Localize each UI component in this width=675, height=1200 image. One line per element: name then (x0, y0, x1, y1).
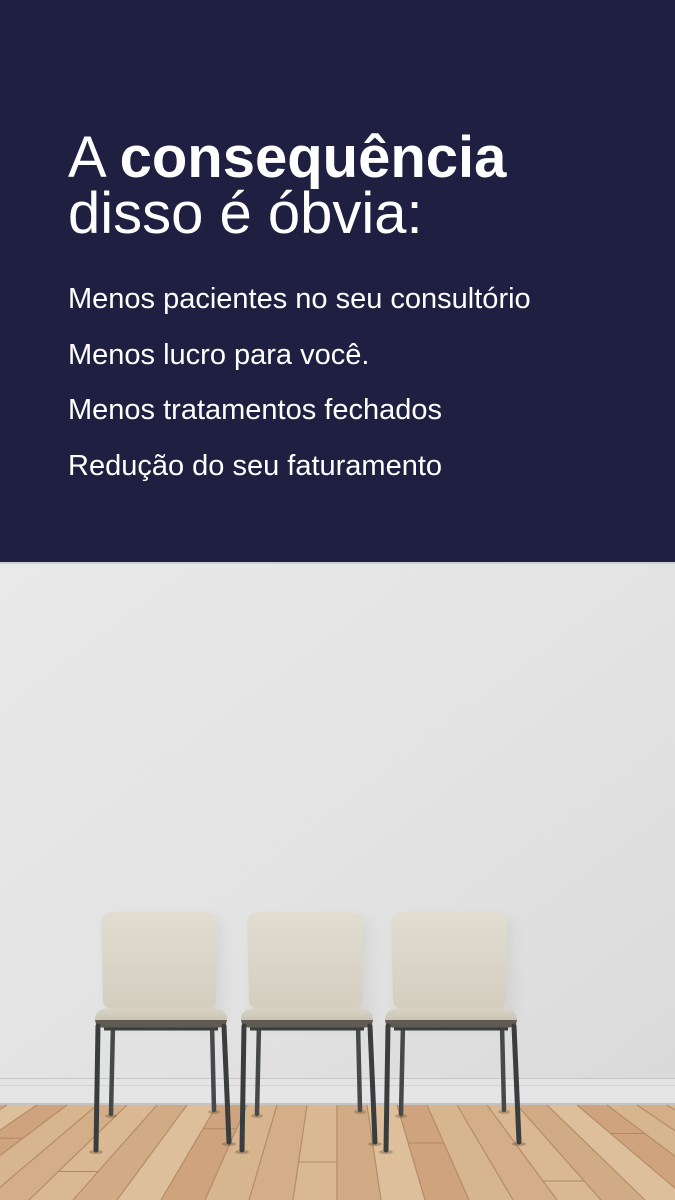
headline: A consequência disso é óbvia: (68, 129, 506, 246)
consequence-list: Menos pacientes no seu consultório Menos… (68, 272, 531, 494)
list-item: Menos lucro para você. (68, 338, 370, 371)
headline-line-1: A consequência (68, 129, 506, 187)
list-item: Menos pacientes no seu consultório (68, 283, 531, 315)
headline-line-2: disso é óbvia: (68, 181, 423, 246)
list-item: Menos tratamentos fechados (68, 394, 442, 426)
headline-panel: A consequência disso é óbvia: Menos paci… (0, 0, 675, 562)
waiting-room-photo (0, 562, 675, 1200)
wall-top-edge (0, 562, 675, 564)
waiting-room-illustration (0, 562, 675, 1200)
baseboard (0, 1078, 675, 1105)
list-item: Redução do seu faturamento (68, 449, 443, 482)
baseboard-face (0, 1078, 675, 1105)
story-poster: A consequência disso é óbvia: Menos paci… (0, 0, 675, 1200)
